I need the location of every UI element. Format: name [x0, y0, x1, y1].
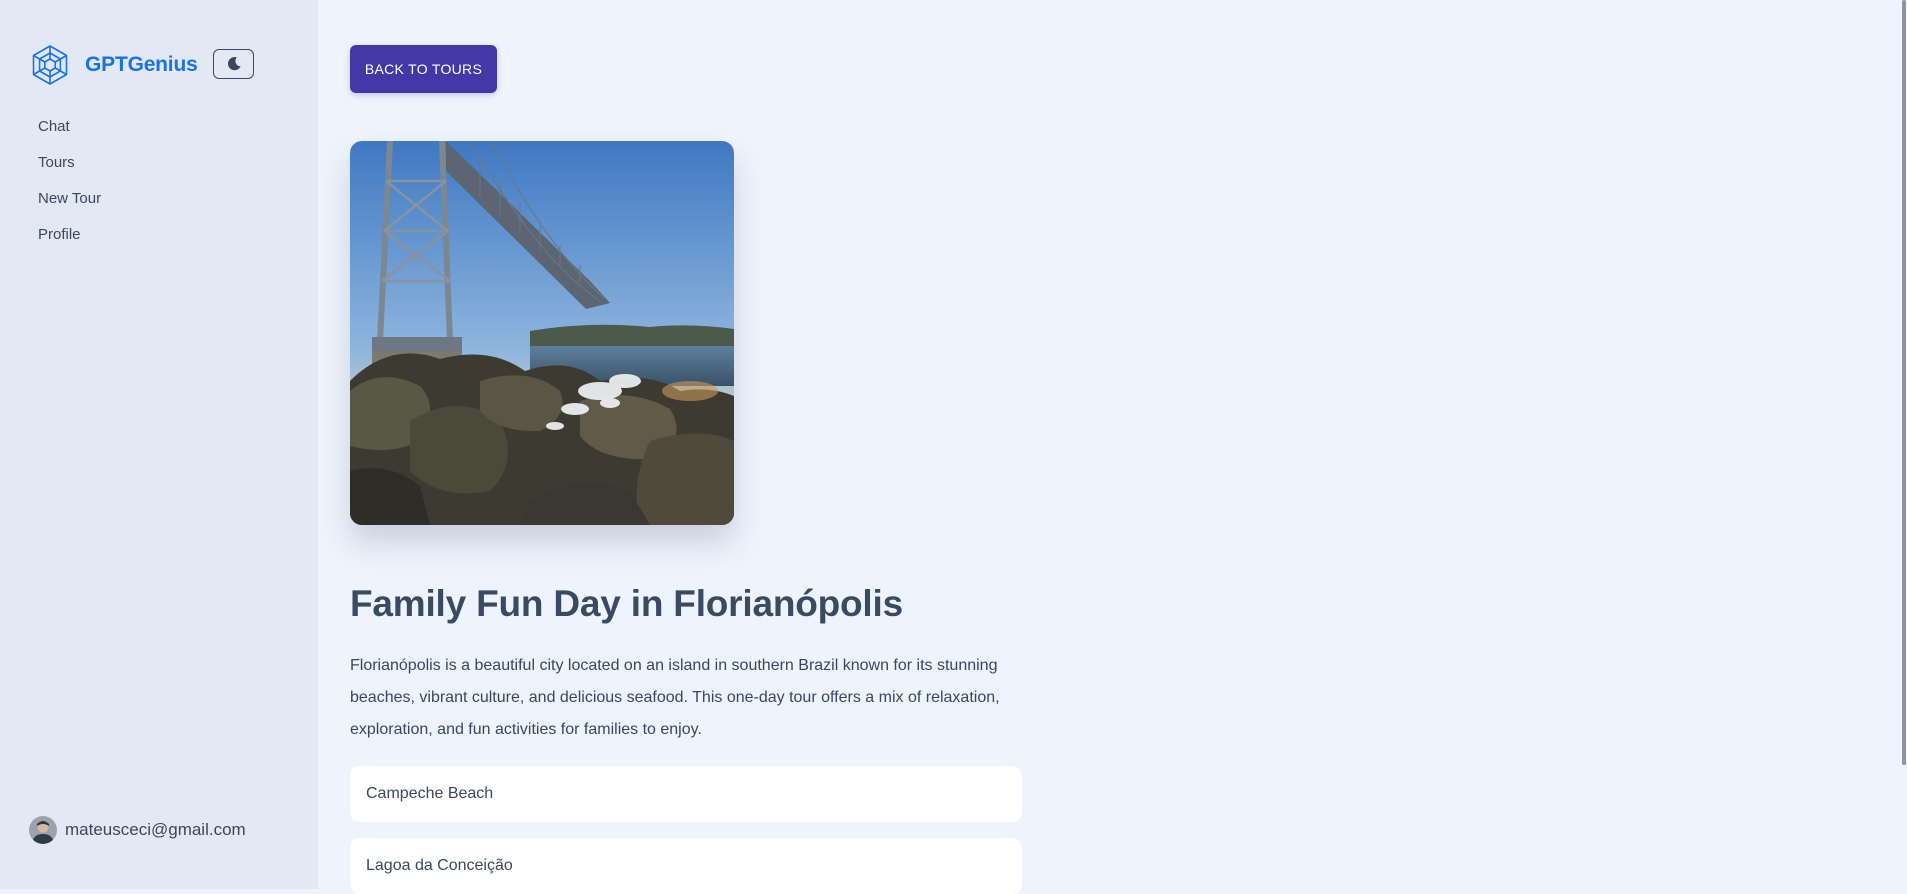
tour-title: Family Fun Day in Florianópolis: [350, 583, 903, 624]
brand-name: GPTGenius: [85, 53, 198, 76]
tour-stop-name: Campeche Beach: [366, 785, 494, 802]
sidebar: GPTGenius Chat Tours New Tour Profile ma…: [0, 0, 318, 889]
moon-icon: [227, 57, 241, 71]
tour-description: Florianópolis is a beautiful city locate…: [350, 657, 1000, 738]
tour-stop-card: Campeche Beach: [350, 766, 1022, 822]
hexagon-cube-logo-icon: [32, 45, 68, 85]
sidebar-item-profile[interactable]: Profile: [38, 224, 101, 260]
avatar: [29, 816, 57, 844]
page-scrollbar[interactable]: [1900, 0, 1907, 889]
theme-toggle-button[interactable]: [213, 49, 254, 79]
user-profile[interactable]: mateusceci@gmail.com: [29, 816, 246, 844]
tour-stop-name: Lagoa da Conceição: [366, 857, 513, 874]
sidebar-nav: Chat Tours New Tour Profile: [38, 116, 101, 260]
back-to-tours-button[interactable]: BACK TO TOURS: [350, 45, 497, 93]
tour-stop-card: Lagoa da Conceição: [350, 838, 1022, 894]
user-email: mateusceci@gmail.com: [65, 820, 246, 839]
brand[interactable]: GPTGenius: [29, 44, 198, 86]
tour-image: [350, 141, 734, 525]
scrollbar-thumb[interactable]: [1902, 0, 1906, 765]
sidebar-item-chat[interactable]: Chat: [38, 116, 101, 152]
main-content: BACK TO TOURS Family Fun Day in Florianó…: [318, 0, 1907, 894]
sidebar-item-tours[interactable]: Tours: [38, 152, 101, 188]
sidebar-item-new-tour[interactable]: New Tour: [38, 188, 101, 224]
